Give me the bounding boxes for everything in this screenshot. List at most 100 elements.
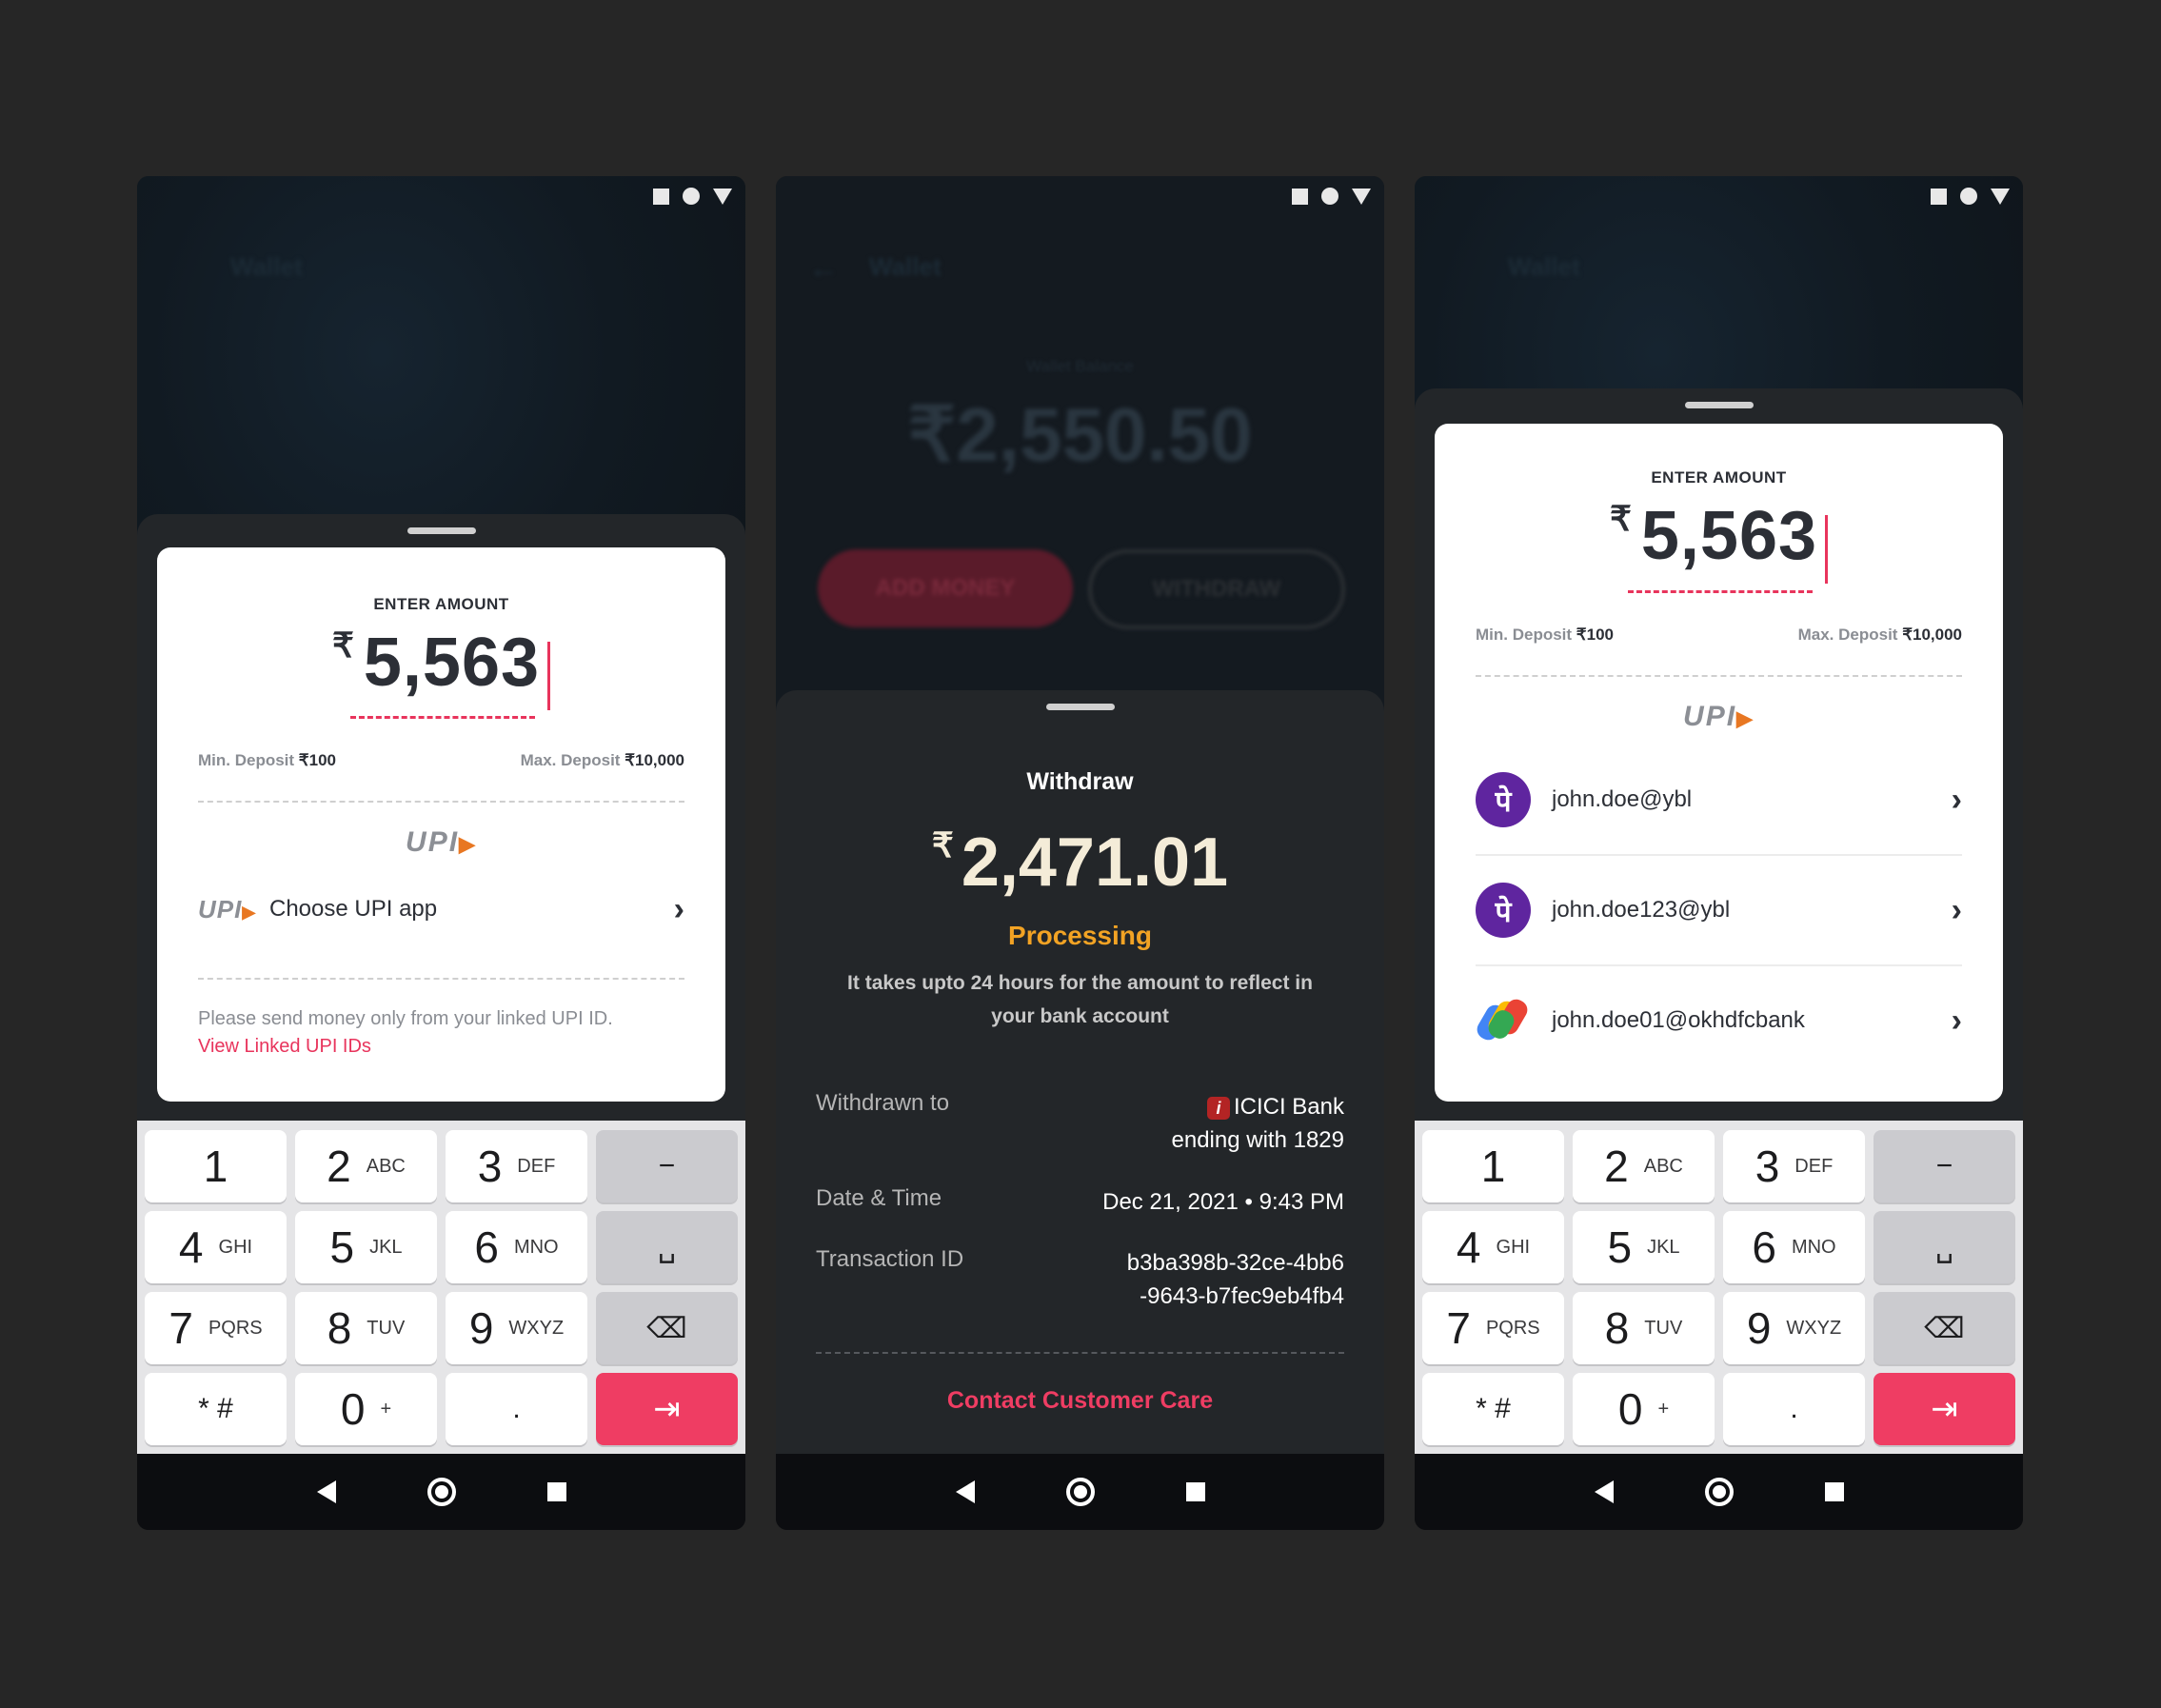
key-next[interactable]: ⇥ [1874,1373,2015,1445]
withdrawn-to-label: Withdrawn to [816,1090,950,1116]
amount-card: ENTER AMOUNT ₹5,563 Min. Deposit ₹100 Ma… [1435,424,2003,1102]
key-0[interactable]: 0 + [1573,1373,1715,1445]
sheet-handle[interactable] [406,527,476,534]
key-space[interactable]: ␣ [1874,1211,2015,1283]
key-symbols[interactable]: * # [145,1373,287,1445]
phonepe-icon: पे [1476,883,1531,938]
currency-symbol: ₹ [1609,499,1632,538]
key-backspace[interactable]: ⌫ [1874,1292,2015,1364]
key-3[interactable]: 3 DEF [446,1130,587,1202]
nav-bar [137,1454,745,1530]
upi-icon: UPI▶ [198,894,257,924]
key-4[interactable]: 4 GHI [145,1211,287,1283]
amount-input[interactable]: ₹5,563 [157,624,725,716]
header-title: Wallet [230,252,303,281]
key-1[interactable]: 1 [1422,1130,1564,1202]
back-arrow-icon[interactable]: ← [808,250,839,286]
back-icon[interactable] [316,1480,336,1503]
phonepe-icon: पे [1476,772,1531,827]
key-2[interactable]: 2 ABC [1573,1130,1715,1202]
phone-left: Wallet ENTER AMOUNT ₹5,563 Min. Deposit … [137,176,745,1530]
divider [198,801,684,803]
chevron-right-icon: › [673,890,684,927]
view-linked-upi-link[interactable]: View Linked UPI IDs [198,1033,613,1061]
enter-amount-label: ENTER AMOUNT [373,595,509,613]
contact-customer-care-link[interactable]: Contact Customer Care [776,1387,1384,1415]
key-minus[interactable]: − [596,1130,738,1202]
upi-id-row[interactable]: john.doe01@okhdfcbank › [1473,966,1962,1075]
home-icon[interactable] [1704,1478,1734,1506]
recents-icon[interactable] [1824,1482,1844,1501]
key-dot[interactable]: . [1723,1373,1865,1445]
key-7[interactable]: 7 PQRS [145,1292,287,1364]
key-6[interactable]: 6 MNO [1723,1211,1865,1283]
key-7[interactable]: 7 PQRS [1422,1292,1564,1364]
sheet-handle[interactable] [1045,704,1115,710]
key-6[interactable]: 6 MNO [446,1211,587,1283]
key-2[interactable]: 2 ABC [295,1130,437,1202]
triangle-icon [1991,188,2010,205]
key-8[interactable]: 8 TUV [1573,1292,1715,1364]
key-backspace[interactable]: ⌫ [596,1292,738,1364]
transaction-id-value: b3ba398b-32ce-4bb6 -9643-b7fec9eb4fb4 [1126,1250,1344,1309]
status-bar [1931,188,2010,205]
circle-icon [1321,188,1338,205]
key-5[interactable]: 5 JKL [295,1211,437,1283]
amount-value: 2,471.01 [961,824,1229,901]
upi-id-row[interactable]: पे john.doe123@ybl › [1476,856,1962,966]
key-symbols[interactable]: * # [1422,1373,1564,1445]
key-9[interactable]: 9 WXYZ [446,1292,587,1364]
triangle-icon [1352,188,1371,205]
upi-id-row[interactable]: पे john.doe@ybl › [1476,745,1962,856]
key-5[interactable]: 5 JKL [1573,1211,1715,1283]
amount-card: ENTER AMOUNT ₹5,563 Min. Deposit ₹100 Ma… [157,547,725,1102]
status-bar [653,188,732,205]
enter-amount-label: ENTER AMOUNT [1651,468,1787,487]
upi-logo: UPI▶ [1683,701,1755,732]
upi-id-label: john.doe@ybl [1552,786,1693,812]
status-bar [1292,188,1371,205]
key-8[interactable]: 8 TUV [295,1292,437,1364]
divider [1476,675,1962,677]
back-icon[interactable] [1594,1480,1614,1503]
back-icon[interactable] [955,1480,975,1503]
amount-input[interactable]: ₹5,563 [1435,497,2003,589]
choose-upi-app-row[interactable]: UPI▶ Choose UPI app › [198,885,684,933]
key-next[interactable]: ⇥ [596,1373,738,1445]
currency-symbol: ₹ [331,626,354,665]
nav-bar [1415,1454,2023,1530]
divider [198,978,684,980]
text-caret [547,641,551,710]
chevron-right-icon: › [1951,781,1962,818]
home-icon[interactable] [1065,1478,1095,1506]
key-4[interactable]: 4 GHI [1422,1211,1564,1283]
withdraw-button[interactable]: WITHDRAW [1088,549,1345,629]
processing-note: It takes upto 24 hours for the amount to… [847,972,1313,1027]
key-9[interactable]: 9 WXYZ [1723,1292,1865,1364]
square-icon [653,188,669,205]
home-icon[interactable] [426,1478,456,1506]
circle-icon [1960,188,1977,205]
max-deposit: Max. Deposit ₹10,000 [520,751,684,769]
square-icon [1292,188,1308,205]
key-1[interactable]: 1 [145,1130,287,1202]
recents-icon[interactable] [546,1482,566,1501]
add-money-button[interactable]: ADD MONEY [818,549,1073,627]
withdraw-amount: ₹2,471.01 [776,824,1384,902]
status-badge: Processing [1008,921,1152,950]
transaction-id-row: Transaction ID b3ba398b-32ce-4bb6 -9643-b… [816,1246,1344,1313]
amount-value: 5,563 [1640,498,1818,574]
recents-icon[interactable] [1185,1482,1205,1501]
sheet-handle[interactable] [1684,402,1754,408]
key-dot[interactable]: . [446,1373,587,1445]
icici-bank-icon: i [1206,1096,1230,1120]
key-0[interactable]: 0 + [295,1373,437,1445]
key-3[interactable]: 3 DEF [1723,1130,1865,1202]
amount-underline [1628,590,1813,593]
min-deposit: Min. Deposit ₹100 [1476,626,1614,644]
key-minus[interactable]: − [1874,1130,2015,1202]
withdraw-sheet [776,690,1384,1454]
key-space[interactable]: ␣ [596,1211,738,1283]
amount-underline [350,716,535,719]
deposit-limits: Min. Deposit ₹100 Max. Deposit ₹10,000 [1476,626,1962,645]
